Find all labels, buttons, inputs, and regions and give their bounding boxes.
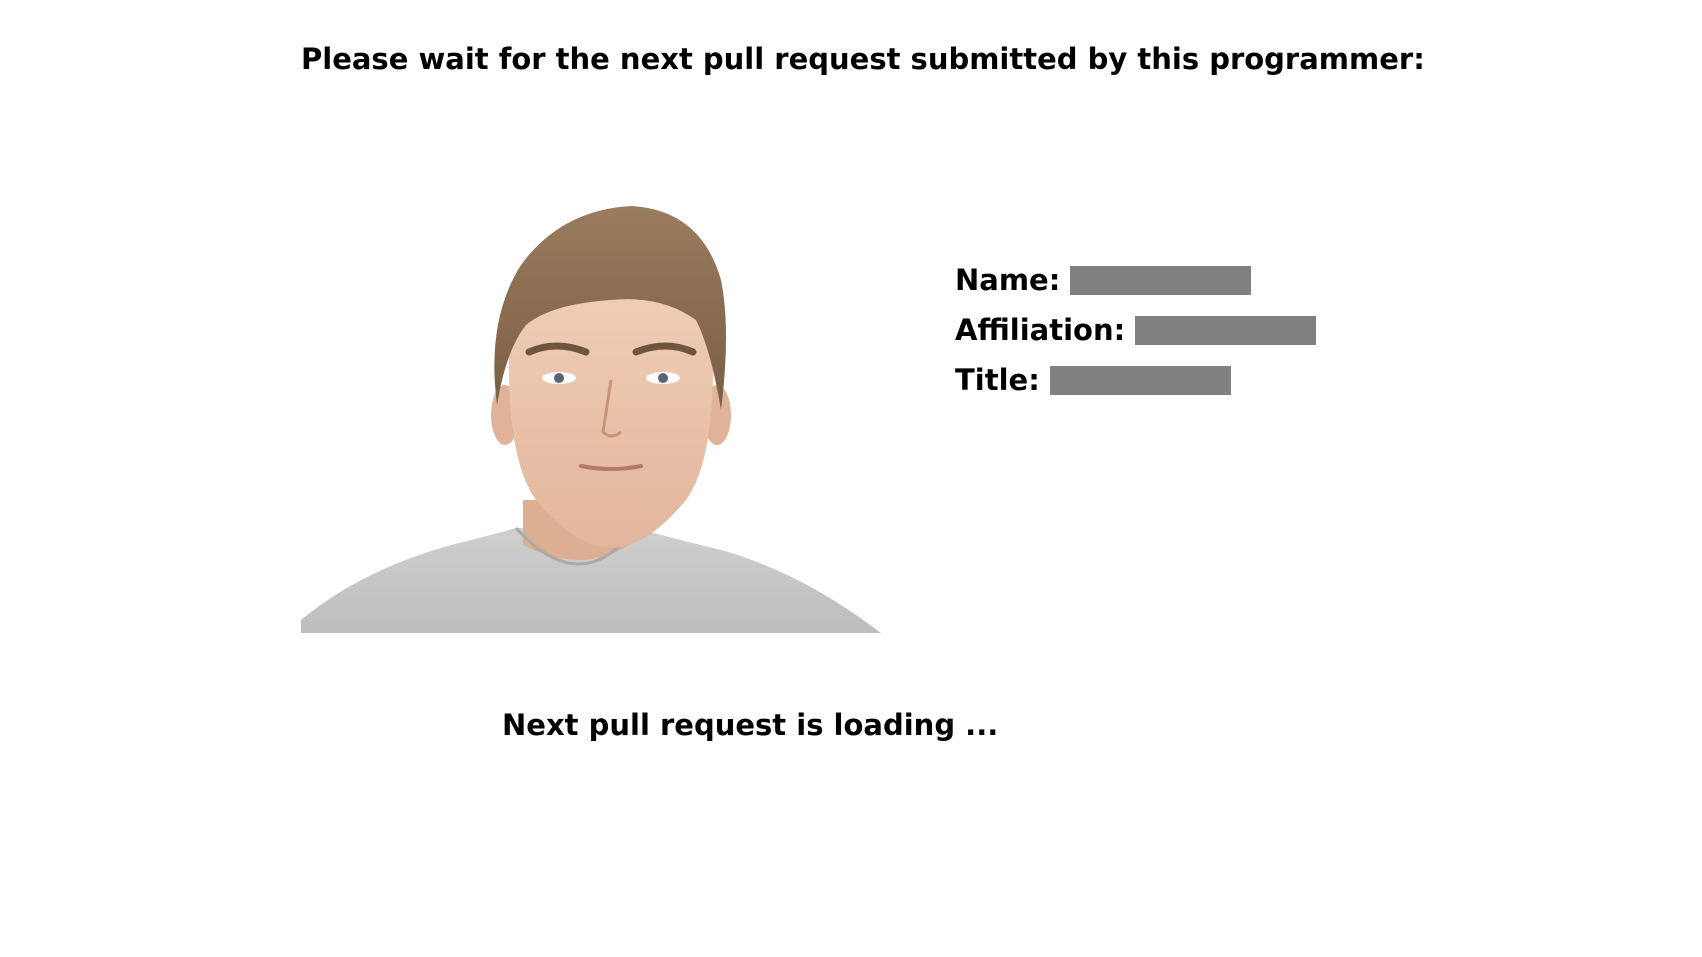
title-row: Title:: [955, 355, 1316, 405]
title-redacted-bar: [1049, 365, 1231, 395]
affiliation-redacted-bar: [1135, 315, 1317, 345]
name-redacted-bar: [1070, 265, 1252, 295]
affiliation-row: Affiliation:: [955, 305, 1317, 355]
title-label: Title:: [955, 363, 1040, 397]
affiliation-label: Affiliation:: [955, 313, 1126, 347]
loading-status: Next pull request is loading ...: [502, 708, 999, 742]
profile-details: Name: Affiliation: Title:: [955, 255, 1317, 405]
name-row: Name:: [955, 255, 1316, 305]
name-label: Name:: [955, 263, 1061, 297]
page-instruction: Please wait for the next pull request su…: [301, 42, 1425, 76]
programmer-portrait: [301, 206, 881, 633]
